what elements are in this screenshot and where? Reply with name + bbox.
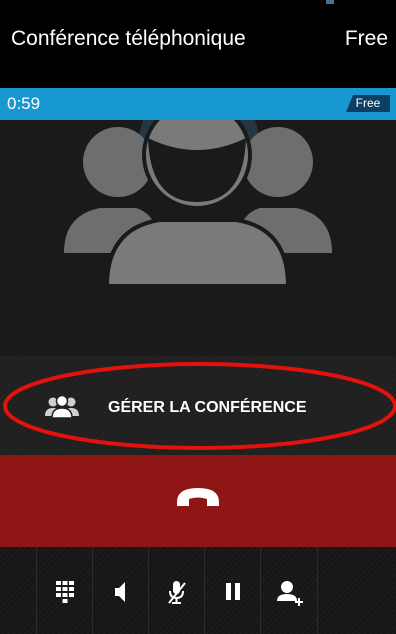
hold-button[interactable] xyxy=(204,547,261,634)
dialpad-button[interactable] xyxy=(36,547,93,634)
mute-button[interactable] xyxy=(148,547,205,634)
speaker-icon xyxy=(115,582,125,602)
end-call-button[interactable] xyxy=(0,455,396,547)
pause-icon xyxy=(226,583,240,600)
caller-photo xyxy=(0,120,396,356)
conference-group-icon xyxy=(45,396,79,418)
microphone-mute-icon xyxy=(168,581,186,604)
conference-avatar-icon xyxy=(64,120,332,288)
manage-conference-button[interactable]: GÉRER LA CONFÉRENCE xyxy=(0,356,396,455)
notification-indicator xyxy=(326,0,334,4)
carrier-name: Free xyxy=(344,27,388,50)
add-person-icon xyxy=(277,581,303,606)
phone-hangup-icon xyxy=(177,488,219,506)
manage-conference-label: GÉRER LA CONFÉRENCE xyxy=(108,399,307,416)
call-duration: 0:59 xyxy=(7,94,41,113)
add-call-button[interactable] xyxy=(260,547,318,634)
call-timer-bar: 0:59 Free xyxy=(0,88,396,120)
call-title: Conférence téléphonique xyxy=(11,27,246,50)
header: Conférence téléphonique Free xyxy=(0,0,396,88)
network-badge: Free xyxy=(346,95,390,112)
call-controls xyxy=(0,547,396,634)
speaker-button[interactable] xyxy=(92,547,149,634)
dialpad-icon xyxy=(56,581,74,603)
